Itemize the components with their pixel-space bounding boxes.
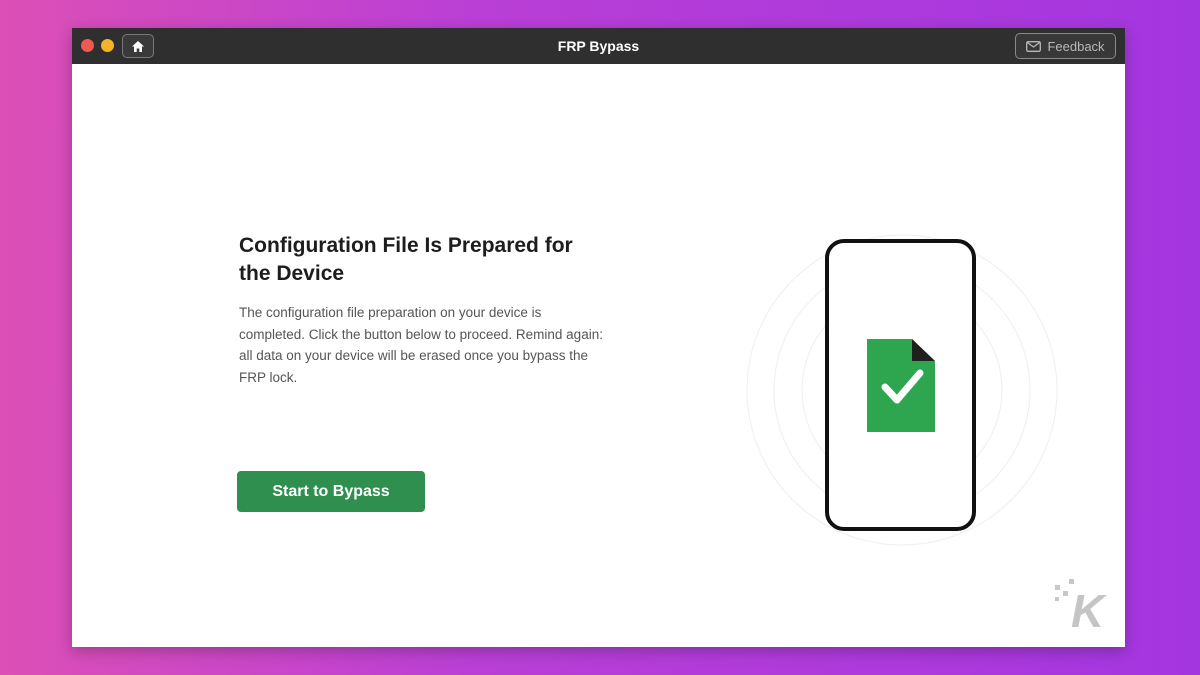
page-title: Configuration File Is Prepared for the D…	[239, 234, 573, 285]
svg-text:K: K	[1071, 585, 1107, 637]
minimize-window-button[interactable]	[101, 39, 114, 52]
home-button[interactable]	[122, 34, 154, 58]
main-content: Configuration File Is Prepared for the D…	[72, 64, 1125, 647]
description-text: The configuration file preparation on yo…	[239, 305, 603, 385]
feedback-label: Feedback	[1047, 38, 1105, 54]
home-icon	[132, 40, 144, 52]
mail-icon	[1026, 40, 1042, 52]
title-bar: FRP Bypass Feedback	[72, 28, 1125, 64]
window-title: FRP Bypass	[557, 38, 640, 54]
phone-with-checked-file-icon	[746, 234, 1058, 546]
app-window: FRP Bypass Feedback Configuration File I…	[72, 28, 1125, 647]
feedback-button[interactable]: Feedback	[1015, 33, 1116, 59]
start-to-bypass-button[interactable]: Start to Bypass	[237, 471, 425, 512]
close-window-button[interactable]	[81, 39, 94, 52]
knowtechie-logo: K	[1055, 579, 1107, 637]
